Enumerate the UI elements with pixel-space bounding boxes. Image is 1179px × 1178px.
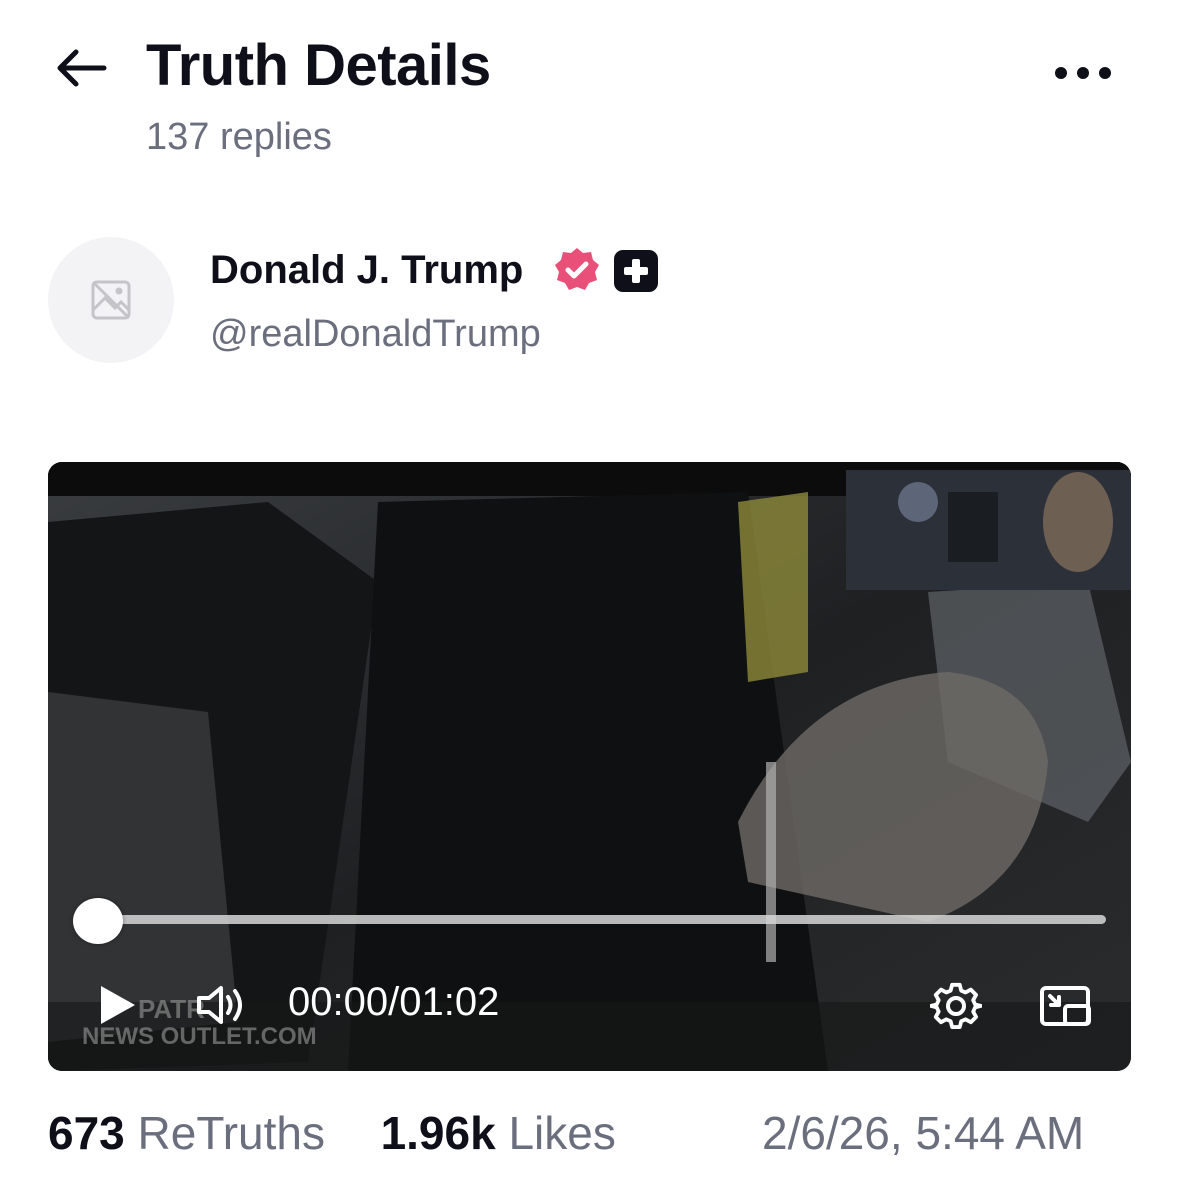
avatar[interactable] <box>48 237 174 363</box>
retruths-stat[interactable]: 673 ReTruths <box>48 1106 325 1160</box>
settings-icon <box>930 982 982 1029</box>
time-separator: / <box>388 980 400 1024</box>
progress-bar[interactable] <box>98 915 1106 924</box>
more-horizontal-icon <box>1055 67 1111 79</box>
more-options-button[interactable] <box>1050 56 1116 90</box>
duration: 01:02 <box>399 980 500 1024</box>
current-time: 00:00 <box>288 980 389 1024</box>
likes-stat[interactable]: 1.96k Likes <box>381 1106 616 1160</box>
author-handle[interactable]: @realDonaldTrump <box>210 313 541 356</box>
video-player[interactable]: PATR NEWS OUTLET.COM 00:00/01:02 <box>48 462 1131 1071</box>
retruths-count: 673 <box>48 1107 125 1159</box>
picture-in-picture-button[interactable] <box>1036 978 1096 1034</box>
verified-badge-icon <box>555 248 599 290</box>
author-name[interactable]: Donald J. Trump <box>210 248 523 293</box>
plus-badge-icon <box>614 250 658 292</box>
retruths-label: ReTruths <box>137 1107 325 1159</box>
play-icon <box>101 986 135 1024</box>
picture-in-picture-icon <box>1040 986 1091 1026</box>
page-title: Truth Details <box>146 33 491 98</box>
settings-button[interactable] <box>928 978 984 1034</box>
replies-count: 137 replies <box>146 116 332 158</box>
progress-handle[interactable] <box>73 898 123 944</box>
play-button[interactable] <box>88 980 144 1030</box>
arrow-left-icon <box>57 49 107 87</box>
back-button[interactable] <box>54 40 114 96</box>
likes-label: Likes <box>508 1107 616 1159</box>
playback-time: 00:00/01:02 <box>288 980 499 1025</box>
likes-count: 1.96k <box>380 1107 496 1159</box>
engagement-stats: 673 ReTruths 1.96k Likes <box>48 1106 616 1160</box>
post-timestamp: 2/6/26, 5:44 AM <box>762 1107 1085 1159</box>
volume-icon <box>197 986 242 1024</box>
volume-button[interactable] <box>194 980 250 1030</box>
image-placeholder-icon <box>91 280 131 320</box>
